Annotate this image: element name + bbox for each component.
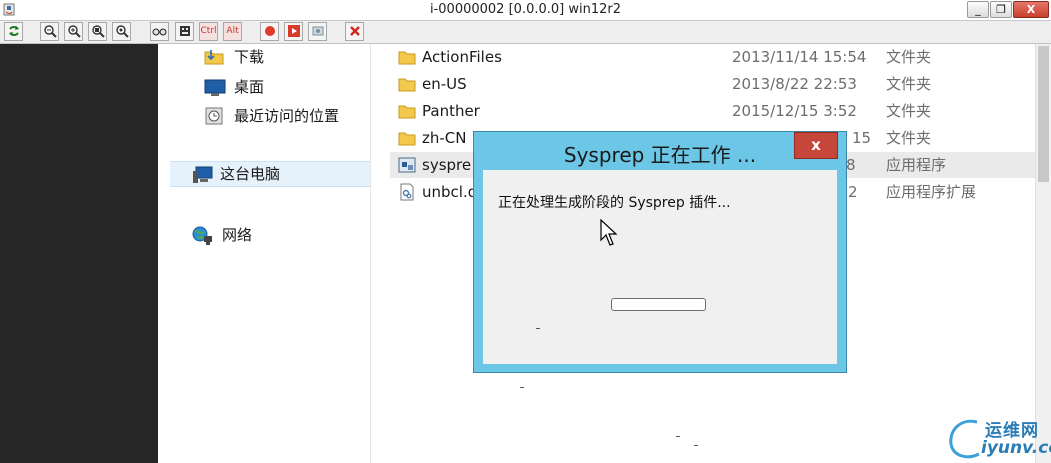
file-name: syspre [422, 156, 472, 174]
disconnect-icon [349, 26, 360, 36]
artifact-dot [694, 445, 698, 446]
dialog-message: 正在处理生成阶段的 Sysprep 插件... [498, 195, 731, 211]
screenshot-icon [312, 26, 323, 36]
screenshot-button[interactable] [308, 22, 327, 41]
toolbar: Ctrl Alt [0, 21, 1051, 44]
file-date: 2 [848, 183, 858, 201]
file-name: ActionFiles [422, 48, 502, 66]
file-row[interactable]: ActionFiles 2013/11/14 15:54 文件夹 [390, 44, 1051, 70]
recent-places-icon [205, 107, 223, 125]
folder-icon [398, 132, 416, 146]
folder-icon [398, 51, 416, 65]
zoom-actual-button[interactable] [112, 22, 131, 41]
application-icon [398, 157, 416, 173]
disconnect-button[interactable] [345, 22, 364, 41]
window-title: i-00000002 [0.0.0.0] win12r2 [429, 2, 621, 17]
sysprep-dialog: Sysprep 正在工作 ... x 正在处理生成阶段的 Sysprep 插件.… [473, 131, 847, 373]
play-icon [287, 25, 300, 37]
file-type: 应用程序扩展 [886, 183, 977, 201]
record-icon [264, 26, 275, 36]
zoom-in-icon [67, 25, 81, 38]
file-date: 8 [846, 156, 856, 174]
nav-label: 网络 [222, 226, 253, 244]
nav-label: 这台电脑 [220, 165, 281, 183]
zoom-fit-button[interactable] [88, 22, 107, 41]
zoom-out-icon [43, 25, 57, 38]
scrollbar-thumb[interactable] [1038, 46, 1049, 182]
dialog-body: 正在处理生成阶段的 Sysprep 插件... [483, 170, 837, 364]
file-date: 2013/8/22 22:53 [732, 75, 857, 93]
nav-item-this-pc[interactable]: 这台电脑 [170, 161, 370, 187]
network-icon [192, 226, 212, 245]
zoom-fit-icon [91, 25, 105, 38]
folder-icon [398, 78, 416, 92]
file-type: 应用程序 [886, 156, 947, 174]
file-name: unbcl.d [422, 183, 478, 201]
nav-item-network[interactable]: 网络 [192, 223, 362, 247]
artifact-dot [536, 328, 540, 329]
zoom-actual-icon [115, 25, 129, 38]
minimize-button[interactable]: _ [967, 1, 989, 18]
file-name: Panther [422, 102, 480, 120]
file-type: 文件夹 [886, 129, 932, 147]
dll-file-icon [400, 183, 414, 201]
keyboard-button[interactable] [175, 22, 194, 41]
ctrl-key-button[interactable]: Ctrl [199, 22, 218, 41]
file-type: 文件夹 [886, 75, 932, 93]
alt-key-button[interactable]: Alt [223, 22, 242, 41]
computer-icon [193, 166, 213, 183]
desktop-icon [204, 79, 226, 96]
progress-bar [611, 298, 706, 311]
watermark-en: iyunv.com [981, 438, 1051, 458]
file-name: en-US [422, 75, 467, 93]
restore-button[interactable]: ❐ [990, 1, 1012, 18]
file-date: 2015/12/15 3:52 [732, 102, 857, 120]
dialog-title: Sysprep 正在工作 ... [563, 143, 757, 167]
artifact-dot [520, 387, 524, 388]
remote-desktop-background [0, 44, 158, 463]
file-row[interactable]: en-US 2013/8/22 22:53 文件夹 [390, 71, 1051, 97]
refresh-icon [8, 26, 19, 36]
file-row[interactable]: Panther 2015/12/15 3:52 文件夹 [390, 98, 1051, 124]
zoom-out-button[interactable] [40, 22, 59, 41]
zoom-in-button[interactable] [64, 22, 83, 41]
file-name: zh-CN [422, 129, 467, 147]
folder-icon [204, 50, 224, 65]
file-type: 文件夹 [886, 48, 932, 66]
nav-item-desktop[interactable]: 桌面 [204, 75, 364, 99]
close-button[interactable]: X [1013, 1, 1049, 18]
title-bar: i-00000002 [0.0.0.0] win12r2 _ ❐ X [0, 0, 1051, 21]
watermark: 运维网 iyunv.com [945, 412, 1051, 463]
nav-label: 下载 [234, 48, 265, 66]
record-button[interactable] [260, 22, 279, 41]
play-button[interactable] [284, 22, 303, 41]
nav-label: 最近访问的位置 [234, 107, 340, 125]
mouse-cursor-icon [600, 219, 618, 246]
file-type: 文件夹 [886, 102, 932, 120]
nav-label: 桌面 [234, 78, 265, 96]
navigation-pane: 下载 桌面 最近访问的位置 这台电脑 网络 [158, 44, 371, 463]
vertical-scrollbar[interactable] [1035, 44, 1051, 463]
view-mode-button[interactable] [150, 22, 169, 41]
keyboard-icon [179, 26, 190, 36]
artifact-dot [676, 436, 680, 437]
nav-item-downloads[interactable]: 下载 [204, 45, 364, 69]
file-date: 15 [852, 129, 872, 147]
dialog-close-button[interactable]: x [794, 132, 838, 159]
refresh-button[interactable] [4, 22, 23, 41]
glasses-icon [152, 28, 167, 36]
folder-icon [398, 105, 416, 119]
file-date: 2013/11/14 15:54 [732, 48, 867, 66]
nav-item-recent[interactable]: 最近访问的位置 [204, 104, 370, 128]
